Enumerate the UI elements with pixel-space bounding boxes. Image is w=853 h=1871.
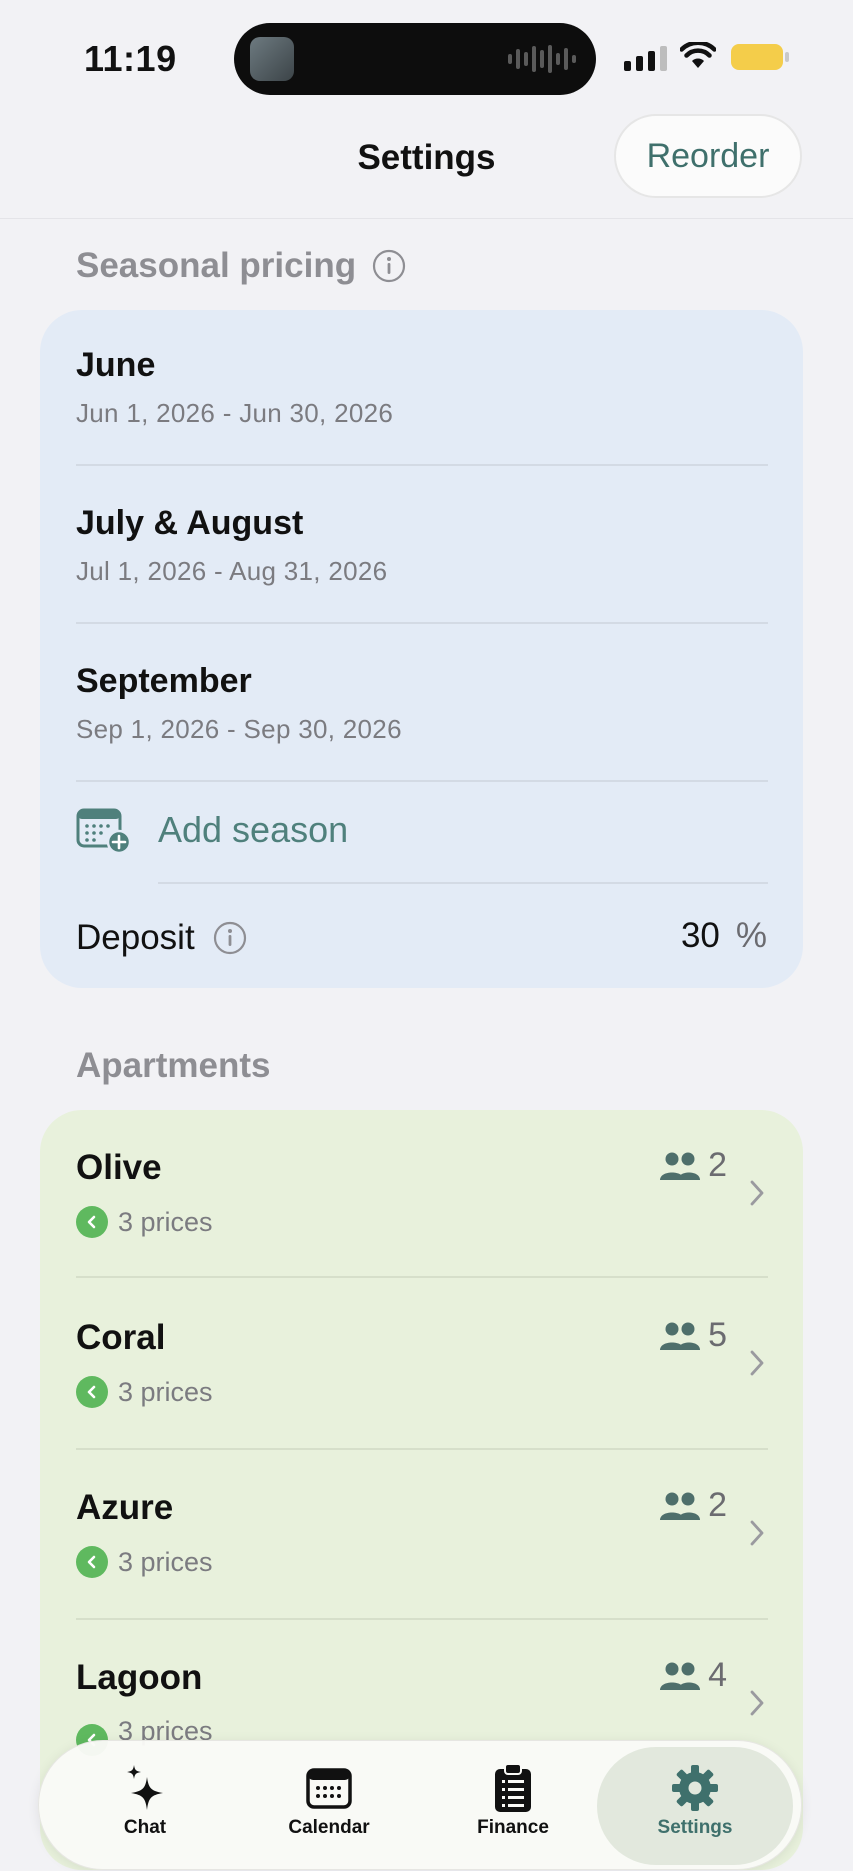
audio-waveform-icon bbox=[508, 45, 576, 73]
section-label: Seasonal pricing bbox=[76, 246, 357, 285]
divider bbox=[76, 1276, 768, 1278]
apartment-name: Azure bbox=[76, 1488, 174, 1527]
guest-count: 5 bbox=[658, 1316, 727, 1355]
deposit-field[interactable]: 30 % bbox=[681, 916, 767, 956]
prices-label: 3 prices bbox=[118, 1376, 213, 1407]
apartments-header: Apartments bbox=[76, 1046, 270, 1086]
guest-count-value: 4 bbox=[708, 1656, 727, 1694]
divider bbox=[76, 622, 768, 624]
tab-bar: Chat Calendar Finance Settings bbox=[38, 1740, 802, 1870]
apartment-name: Lagoon bbox=[76, 1658, 203, 1697]
season-range: Jun 1, 2026 - Jun 30, 2026 bbox=[76, 398, 394, 428]
deposit-label: Deposit bbox=[76, 918, 195, 957]
gear-icon bbox=[672, 1765, 718, 1811]
info-icon[interactable] bbox=[213, 921, 247, 955]
season-name: June bbox=[76, 346, 156, 384]
apartment-prices: 3 prices bbox=[76, 1546, 213, 1578]
now-playing-thumbnail bbox=[250, 37, 294, 81]
season-name: July & August bbox=[76, 504, 304, 542]
people-icon bbox=[660, 1662, 701, 1690]
clipboard-icon bbox=[495, 1763, 531, 1812]
chevron-right-icon bbox=[750, 1520, 764, 1546]
people-icon bbox=[660, 1322, 701, 1350]
divider bbox=[76, 1448, 768, 1450]
chevron-right-icon bbox=[750, 1180, 764, 1206]
chevron-right-icon bbox=[750, 1690, 764, 1716]
section-label: Apartments bbox=[76, 1046, 271, 1085]
tab-calendar[interactable]: Calendar bbox=[239, 1741, 419, 1871]
seasonal-pricing-card: June Jun 1, 2026 - Jun 30, 2026 July & A… bbox=[40, 310, 803, 988]
calendar-add-icon bbox=[76, 808, 132, 854]
season-range: Sep 1, 2026 - Sep 30, 2026 bbox=[76, 714, 402, 744]
sparkle-icon bbox=[127, 1765, 163, 1810]
seasonal-pricing-header: Seasonal pricing bbox=[76, 246, 406, 286]
divider bbox=[76, 780, 768, 782]
apartment-name: Olive bbox=[76, 1148, 162, 1187]
dynamic-island bbox=[234, 23, 596, 95]
guest-count: 2 bbox=[658, 1486, 727, 1525]
people-icon bbox=[660, 1492, 701, 1520]
tab-settings[interactable]: Settings bbox=[597, 1747, 793, 1865]
add-season-button[interactable]: Add season bbox=[76, 806, 348, 854]
season-name: September bbox=[76, 662, 252, 700]
tab-chat[interactable]: Chat bbox=[55, 1741, 235, 1871]
guest-count: 2 bbox=[658, 1146, 727, 1185]
info-icon[interactable] bbox=[372, 249, 406, 283]
wifi-icon bbox=[680, 42, 716, 68]
add-season-label: Add season bbox=[158, 809, 349, 850]
status-time: 11:19 bbox=[84, 38, 177, 79]
chevron-left-badge-icon bbox=[76, 1206, 108, 1238]
guest-count-value: 5 bbox=[708, 1316, 727, 1354]
calendar-icon bbox=[306, 1768, 352, 1809]
tab-label: Chat bbox=[123, 1817, 167, 1838]
deposit-label-group: Deposit bbox=[76, 918, 247, 958]
divider bbox=[76, 464, 768, 466]
guest-count-value: 2 bbox=[708, 1486, 727, 1524]
prices-label: 3 prices bbox=[118, 1546, 213, 1577]
guest-count-value: 2 bbox=[708, 1146, 727, 1184]
reorder-button[interactable]: Reorder bbox=[614, 114, 802, 198]
apartment-name: Coral bbox=[76, 1318, 166, 1357]
season-range: Jul 1, 2026 - Aug 31, 2026 bbox=[76, 556, 388, 586]
tab-label: Settings bbox=[657, 1817, 733, 1838]
apartment-prices: 3 prices bbox=[76, 1376, 213, 1408]
chevron-right-icon bbox=[750, 1350, 764, 1376]
cellular-signal-icon bbox=[624, 46, 667, 71]
divider bbox=[158, 882, 768, 884]
chevron-left-badge-icon bbox=[76, 1376, 108, 1408]
chevron-left-badge-icon bbox=[76, 1546, 108, 1578]
battery-icon bbox=[731, 44, 789, 70]
divider bbox=[76, 1618, 768, 1620]
status-bar: 11:19 bbox=[0, 0, 853, 110]
guest-count: 4 bbox=[658, 1656, 727, 1695]
deposit-unit: % bbox=[735, 916, 767, 955]
people-icon bbox=[660, 1152, 701, 1180]
tab-label: Finance bbox=[477, 1817, 549, 1838]
nav-header: Settings Reorder bbox=[0, 110, 853, 219]
apartment-prices: 3 prices bbox=[76, 1206, 213, 1238]
tab-finance[interactable]: Finance bbox=[423, 1741, 603, 1871]
deposit-value[interactable]: 30 bbox=[681, 916, 720, 956]
prices-label: 3 prices bbox=[118, 1206, 213, 1237]
tab-label: Calendar bbox=[288, 1817, 370, 1838]
